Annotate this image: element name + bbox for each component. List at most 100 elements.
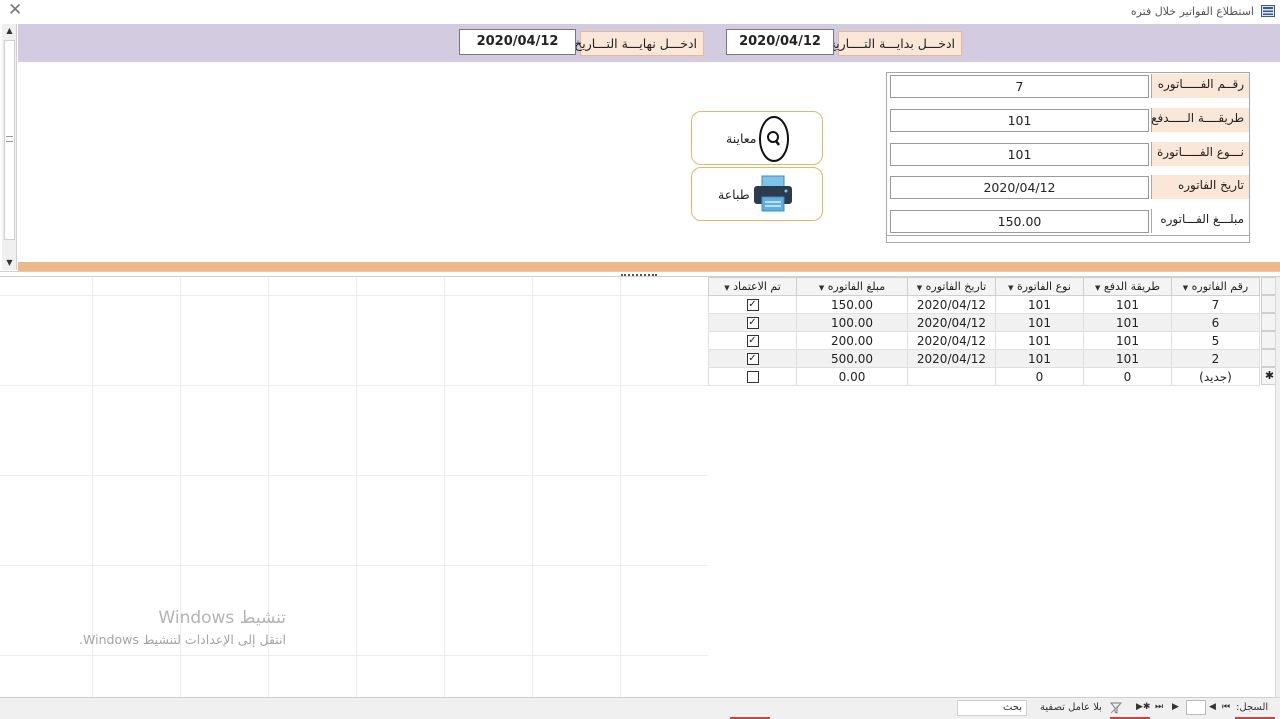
invoice-date-field[interactable]: 2020/04/12	[890, 176, 1149, 199]
start-date-label: ادخـــل بدايـــة التــــاريخ	[828, 31, 962, 56]
grid-line	[532, 277, 533, 697]
previous-record-icon[interactable]: ◀	[1209, 702, 1216, 712]
approved-checkbox[interactable]: ✓	[746, 299, 759, 311]
start-date-field[interactable]: 2020/04/12	[726, 29, 834, 55]
cell-invoice-type[interactable]: 101	[995, 295, 1084, 314]
form-icon	[1261, 5, 1275, 17]
invoice-amount-field[interactable]: 150.00	[890, 210, 1149, 233]
column-header-approved[interactable]: تم الاعتماد ▼	[708, 277, 797, 296]
window-title: استطلاع الفواتير خلال فتره	[1130, 5, 1254, 18]
column-dropdown-icon[interactable]: ▼	[1008, 284, 1013, 292]
watermark-title: تنشيط Windows	[158, 608, 286, 628]
title-bar: ✕ استطلاع الفواتير خلال فتره	[0, 0, 1280, 24]
current-record-field[interactable]	[1186, 700, 1206, 715]
grid-line	[0, 475, 708, 476]
table-row[interactable]: 5 101 101 2020/04/12 200.00 ✓	[708, 331, 1260, 350]
cell-approved[interactable]: ✓	[708, 349, 797, 368]
approved-checkbox[interactable]	[746, 371, 759, 383]
cell-invoice-amount[interactable]: 200.00	[796, 331, 908, 350]
new-record-row[interactable]: (جديد) 0 0 0.00	[708, 367, 1260, 386]
cell-approved[interactable]: ✓	[708, 331, 797, 350]
column-dropdown-icon[interactable]: ▼	[724, 284, 729, 292]
search-input[interactable]: بحث	[957, 700, 1027, 716]
cell-invoice-amount[interactable]: 0.00	[796, 367, 908, 386]
column-dropdown-icon[interactable]: ▼	[1183, 284, 1188, 292]
cell-invoice-amount[interactable]: 150.00	[796, 295, 908, 314]
column-header-invoice-amount[interactable]: مبلغ الفاتوره ▼	[796, 277, 908, 296]
column-header-invoice-date[interactable]: تاريخ الفاتوره ▼	[907, 277, 996, 296]
approved-checkbox[interactable]: ✓	[746, 353, 759, 365]
payment-method-field[interactable]: 101	[890, 109, 1149, 132]
cell-payment-method[interactable]: 101	[1083, 295, 1172, 314]
next-record-icon[interactable]: ▶	[1172, 702, 1179, 712]
cell-invoice-date[interactable]: 2020/04/12	[907, 295, 996, 314]
table-row[interactable]: 2 101 101 2020/04/12 500.00 ✓	[708, 349, 1260, 368]
cell-invoice-amount[interactable]: 500.00	[796, 349, 908, 368]
grid-line	[0, 385, 708, 386]
invoice-number-label: رقــم الفـــــاتوره	[1151, 74, 1249, 98]
last-record-icon[interactable]: ⏭	[1155, 702, 1163, 712]
grid-line	[356, 277, 357, 697]
cell-invoice-number[interactable]: 2	[1171, 349, 1260, 368]
grid-line	[444, 277, 445, 697]
column-header-payment-method[interactable]: طريقة الدفع ▼	[1083, 277, 1172, 296]
cell-invoice-number[interactable]: (جديد)	[1171, 367, 1260, 386]
cell-payment-method[interactable]: 101	[1083, 349, 1172, 368]
column-header-invoice-type[interactable]: نوع الفاتورة ▼	[995, 277, 1084, 296]
end-date-label: ادخـــل نهايـــة التـــاريخ	[574, 31, 704, 56]
cell-payment-method[interactable]: 101	[1083, 313, 1172, 332]
date-range-header: ادخـــل بدايـــة التــــاريخ 2020/04/12 …	[18, 24, 1280, 62]
no-filter-button[interactable]: بلا عامل تصفية	[1040, 702, 1102, 713]
cell-payment-method[interactable]: 0	[1083, 367, 1172, 386]
table-row[interactable]: 7 101 101 2020/04/12 150.00 ✓	[708, 295, 1260, 314]
cell-invoice-date[interactable]: 2020/04/12	[907, 313, 996, 332]
invoice-type-label: نـــوع الفـــــاتورة	[1151, 142, 1249, 166]
grid-line	[0, 295, 708, 296]
grid-line	[0, 565, 708, 566]
splitter-grip-icon[interactable]	[621, 272, 657, 276]
invoice-number-field[interactable]: 7	[890, 75, 1149, 98]
table-row[interactable]: 6 101 101 2020/04/12 100.00 ✓	[708, 313, 1260, 332]
panel-divider	[887, 235, 1249, 236]
cell-invoice-type[interactable]: 0	[995, 367, 1084, 386]
approved-checkbox[interactable]: ✓	[746, 335, 759, 347]
scroll-down-icon[interactable]: ▼	[2, 256, 17, 270]
datasheet-scrollbar[interactable]	[1275, 277, 1280, 697]
scroll-up-icon[interactable]: ▲	[2, 24, 17, 38]
cell-invoice-date[interactable]	[907, 367, 996, 386]
print-label: طباعة	[718, 187, 750, 202]
first-record-icon[interactable]: ⏮	[1222, 702, 1230, 712]
preview-label: معاينة	[726, 131, 757, 146]
cell-invoice-type[interactable]: 101	[995, 331, 1084, 350]
cell-approved[interactable]: ✓	[708, 313, 797, 332]
cell-approved[interactable]	[708, 367, 797, 386]
print-button[interactable]: طباعة	[691, 167, 823, 221]
column-dropdown-icon[interactable]: ▼	[819, 284, 824, 292]
column-dropdown-icon[interactable]: ▼	[917, 284, 922, 292]
form-scrollbar[interactable]: ▲	[2, 24, 17, 270]
column-header-invoice-number[interactable]: رقم الفاتوره ▼	[1171, 277, 1260, 296]
cell-invoice-type[interactable]: 101	[995, 349, 1084, 368]
close-icon[interactable]: ✕	[8, 1, 22, 19]
cell-invoice-amount[interactable]: 100.00	[796, 313, 908, 332]
grid-line	[0, 655, 708, 656]
cell-invoice-number[interactable]: 5	[1171, 331, 1260, 350]
printer-icon	[754, 175, 792, 212]
end-date-field[interactable]: 2020/04/12	[459, 29, 576, 55]
cell-invoice-type[interactable]: 101	[995, 313, 1084, 332]
cell-payment-method[interactable]: 101	[1083, 331, 1172, 350]
windows-activation-watermark: تنشيط Windows انتقل إلى الإعدادات لتنشيط…	[60, 608, 286, 647]
filter-icon	[1110, 702, 1122, 714]
cell-invoice-number[interactable]: 6	[1171, 313, 1260, 332]
cell-invoice-date[interactable]: 2020/04/12	[907, 349, 996, 368]
new-record-icon[interactable]: ▶✱	[1136, 702, 1150, 712]
invoice-type-field[interactable]: 101	[890, 143, 1149, 166]
column-dropdown-icon[interactable]: ▼	[1095, 284, 1100, 292]
cell-invoice-number[interactable]: 7	[1171, 295, 1260, 314]
record-navigation-bar: السجل: ⏮ ◀ ▶ ⏭ ▶✱ بلا عامل تصفية بحث	[0, 697, 1280, 719]
cell-invoice-date[interactable]: 2020/04/12	[907, 331, 996, 350]
approved-checkbox[interactable]: ✓	[746, 317, 759, 329]
scroll-grip-icon	[6, 136, 13, 142]
preview-button[interactable]: معاينة	[691, 111, 823, 165]
cell-approved[interactable]: ✓	[708, 295, 797, 314]
